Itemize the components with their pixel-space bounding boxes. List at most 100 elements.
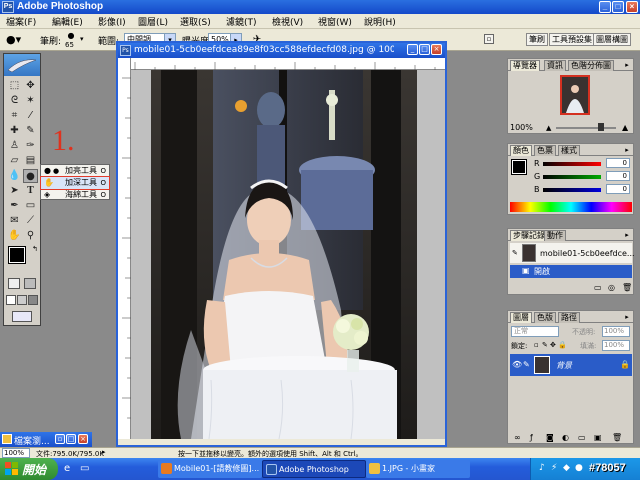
tab-histogram[interactable]: 色階分佈圖 <box>568 60 614 71</box>
menu-image[interactable]: 影像(I) <box>96 15 128 28</box>
brush-picker-arrow-icon[interactable]: ▾ <box>80 35 84 43</box>
lock-image-icon[interactable]: ✎ <box>542 341 548 349</box>
marquee-tool-icon[interactable]: ⬚ <box>7 79 22 93</box>
brush-tip-icon[interactable]: ● <box>65 31 77 41</box>
history-state-row[interactable]: ▣ 開啟 <box>510 265 632 278</box>
navigator-thumbnail[interactable] <box>560 75 590 115</box>
adjustment-layer-icon[interactable]: ◐ <box>562 433 569 442</box>
opacity-input[interactable]: 100% <box>602 326 630 337</box>
dodge-tool-preset-icon[interactable]: ●▾ <box>6 33 24 47</box>
trash-icon[interactable]: 🗑 <box>622 283 632 292</box>
tab-history[interactable]: 步驟記錄 <box>510 230 548 241</box>
slice-tool-icon[interactable]: ⁄ <box>23 109 38 123</box>
new-group-icon[interactable]: ▭ <box>578 433 586 442</box>
layer-row-background[interactable]: 👁 ✎ 背景 🔒 <box>510 354 632 376</box>
channel-g-input[interactable]: 0 <box>606 171 630 181</box>
tab-paths[interactable]: 路徑 <box>558 312 580 323</box>
fill-input[interactable]: 100% <box>602 340 630 351</box>
gradient-tool-icon[interactable]: ▤ <box>23 154 38 168</box>
palette-well-brushes[interactable]: 筆刷 <box>526 33 548 46</box>
quick-launch-ie-icon[interactable]: e <box>64 463 76 475</box>
tray-app-icon[interactable]: ● <box>575 463 583 473</box>
layer-style-icon[interactable]: ƒ <box>530 433 533 442</box>
channel-g-slider[interactable] <box>543 175 601 179</box>
panel-menu-icon[interactable]: ▸ <box>623 231 631 239</box>
tab-info[interactable]: 資訊 <box>544 60 566 71</box>
close-small-button[interactable]: × <box>78 434 88 444</box>
document-title-bar[interactable]: Ps mobile01-5cb0eefdcea89e8f03cc588efdec… <box>118 43 445 58</box>
tab-actions[interactable]: 動作 <box>544 230 566 241</box>
doc-maximize-button[interactable]: □ <box>419 44 430 55</box>
maximize-small-button[interactable]: □ <box>66 434 76 444</box>
brush-tool-icon[interactable]: ✎ <box>23 124 38 138</box>
bride-photo[interactable] <box>151 70 417 439</box>
new-layer-icon[interactable]: ▣ <box>594 433 602 442</box>
task-paint[interactable]: 1.JPG - 小畫家 <box>366 460 470 478</box>
maximize-button[interactable]: □ <box>612 1 624 13</box>
new-snapshot-icon[interactable]: ◎ <box>608 283 615 292</box>
tab-layers[interactable]: 圖層 <box>510 312 532 323</box>
color-fg-swatch[interactable] <box>511 159 527 175</box>
standard-mode-icon[interactable] <box>8 278 20 289</box>
tray-network-icon[interactable]: ⚡ <box>551 463 557 473</box>
canvas-area[interactable] <box>131 70 445 439</box>
lock-all-icon[interactable]: 🔒 <box>558 341 567 349</box>
menu-window[interactable]: 視窗(W) <box>316 15 354 28</box>
shape-tool-icon[interactable]: ▭ <box>23 199 38 213</box>
tab-swatches[interactable]: 色票 <box>534 145 556 156</box>
tab-color[interactable]: 顏色 <box>510 145 532 156</box>
channel-b-slider[interactable] <box>543 188 601 192</box>
tab-styles[interactable]: 樣式 <box>558 145 580 156</box>
status-zoom-input[interactable]: 100% <box>2 448 30 458</box>
menu-select[interactable]: 選取(S) <box>178 15 213 28</box>
history-brush-source-icon[interactable]: ✎ <box>512 249 518 257</box>
palette-well-tool-presets[interactable]: 工具預設集 <box>549 33 595 46</box>
lock-position-icon[interactable]: ✥ <box>550 341 556 349</box>
minimize-button[interactable]: _ <box>599 1 611 13</box>
history-brush-tool-icon[interactable]: ✑ <box>23 139 38 153</box>
task-mobile01-browser[interactable]: Mobile01-[請教修圖]... <box>158 460 262 478</box>
move-tool-icon[interactable]: ✥ <box>23 79 38 93</box>
close-button[interactable]: × <box>626 1 638 13</box>
clone-stamp-tool-icon[interactable]: ♙ <box>7 139 22 153</box>
eraser-tool-icon[interactable]: ▱ <box>7 154 22 168</box>
tray-volume-icon[interactable]: ♪ <box>539 463 545 473</box>
screen-mode-standard-icon[interactable] <box>6 295 16 305</box>
channel-r-slider[interactable] <box>543 162 601 166</box>
crop-tool-icon[interactable]: ⌗ <box>7 109 22 123</box>
task-adobe-photoshop[interactable]: Adobe Photoshop <box>262 460 366 478</box>
tab-channels[interactable]: 色版 <box>534 312 556 323</box>
history-snapshot-row[interactable]: ✎ mobile01-5cb0eefdce... <box>510 243 635 263</box>
magic-wand-tool-icon[interactable]: ✶ <box>23 94 38 108</box>
palette-well-menu-icon[interactable]: ▫ <box>484 34 494 44</box>
navigator-zoom[interactable]: 100% <box>510 123 533 132</box>
menu-layer[interactable]: 圖層(L) <box>136 15 170 28</box>
restore-button[interactable]: ▫ <box>55 434 65 444</box>
menu-filter[interactable]: 濾鏡(T) <box>224 15 259 28</box>
foreground-color-swatch[interactable] <box>8 246 26 264</box>
quick-mask-mode-icon[interactable] <box>24 278 36 289</box>
menu-view[interactable]: 檢視(V) <box>270 15 305 28</box>
vertical-ruler[interactable] <box>118 58 131 439</box>
delete-layer-icon[interactable]: 🗑 <box>612 433 622 442</box>
doc-minimize-button[interactable]: _ <box>407 44 418 55</box>
eyedropper-tool-icon[interactable]: ⟋ <box>23 214 38 228</box>
quick-launch-desktop-icon[interactable]: ▭ <box>80 463 92 475</box>
minimized-file-browser-window[interactable]: 檔案瀏... ▫ □ × <box>0 432 92 447</box>
screen-mode-full-icon[interactable] <box>28 295 38 305</box>
notes-tool-icon[interactable]: ✉ <box>7 214 22 228</box>
flyout-item-dodge[interactable]: ● ● 加亮工具 O <box>41 165 109 177</box>
dodge-tool-icon[interactable]: ● <box>23 169 38 183</box>
visibility-eye-icon[interactable]: 👁 <box>512 360 522 369</box>
link-layers-icon[interactable]: ∞ <box>514 433 521 442</box>
zoom-tool-icon[interactable]: ⚲ <box>23 229 38 243</box>
start-button[interactable]: 開始 <box>0 458 58 480</box>
blur-tool-icon[interactable]: 💧 <box>7 169 22 183</box>
lock-transparent-icon[interactable]: ▫ <box>534 341 539 349</box>
status-menu-arrow-icon[interactable]: ▸ <box>102 448 106 456</box>
menu-help[interactable]: 說明(H) <box>362 15 398 28</box>
path-selection-tool-icon[interactable]: ➤ <box>7 184 22 198</box>
zoom-out-icon[interactable]: ▲ <box>546 124 551 132</box>
channel-b-input[interactable]: 0 <box>606 184 630 194</box>
jump-to-imageready-icon[interactable] <box>12 311 32 322</box>
